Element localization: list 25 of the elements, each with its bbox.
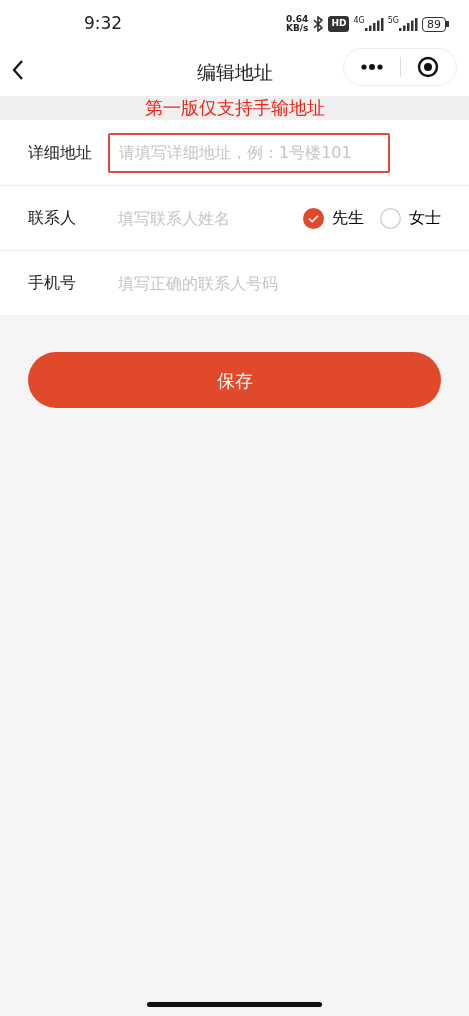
back-button[interactable] bbox=[10, 58, 26, 82]
network-speed-unit: KB/s bbox=[285, 24, 309, 33]
save-button[interactable]: 保存 bbox=[28, 352, 441, 408]
field-label: 联系人 bbox=[28, 207, 77, 229]
record-icon bbox=[417, 56, 440, 78]
network-type: 4G bbox=[353, 17, 365, 25]
notice-text: 第一版仅支持手输地址 bbox=[0, 96, 469, 120]
hd-badge: HD bbox=[328, 16, 350, 32]
network-type: 5G bbox=[387, 17, 399, 25]
radio-option[interactable]: 先生 bbox=[303, 206, 364, 230]
input-field[interactable]: 请填写详细地址，例：1号楼101 bbox=[108, 132, 390, 173]
network-speed: 0.64 bbox=[285, 15, 309, 24]
back-icon bbox=[10, 58, 26, 82]
bluetooth-icon bbox=[312, 16, 325, 32]
signal-icon bbox=[364, 17, 384, 31]
field-label: 详细地址 bbox=[28, 141, 93, 164]
input-field[interactable]: 填写正确的联系人号码 bbox=[108, 263, 390, 303]
signal-icon bbox=[399, 17, 418, 31]
input-field[interactable]: 填写联系人姓名 bbox=[108, 198, 288, 238]
page-title: 编辑地址 bbox=[196, 59, 273, 85]
radio-option[interactable]: 女士 bbox=[380, 206, 441, 230]
more-icon bbox=[360, 64, 383, 70]
battery-tip-icon bbox=[446, 21, 449, 27]
status-time: 9:32 bbox=[84, 12, 123, 36]
field-label: 手机号 bbox=[28, 272, 77, 294]
